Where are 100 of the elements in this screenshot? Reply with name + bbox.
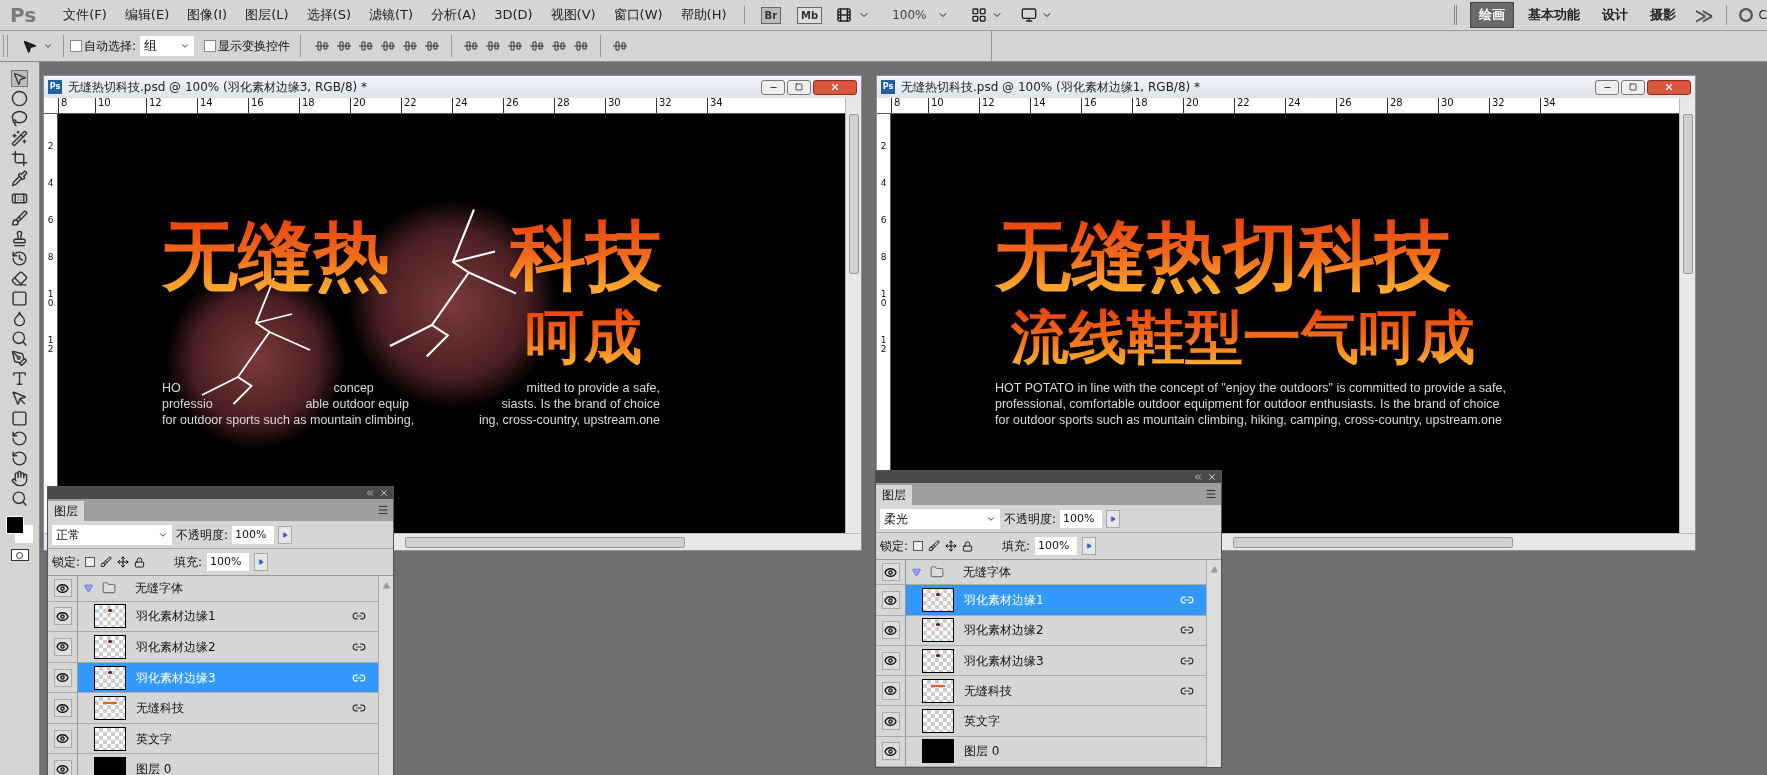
cs-live-icon[interactable]	[1738, 8, 1753, 22]
close-button[interactable]	[1647, 79, 1691, 95]
mini-bridge-button[interactable]: Mb	[797, 6, 823, 24]
pen-tool-icon[interactable]	[11, 350, 28, 367]
fill-slider-button[interactable]	[254, 553, 269, 571]
type-tool-icon[interactable]	[11, 370, 28, 387]
vertical-scrollbar[interactable]	[1679, 98, 1695, 533]
horizontal-scrollbar[interactable]	[1223, 534, 1695, 550]
lock-all-icon[interactable]	[962, 540, 974, 552]
color-swatches[interactable]	[5, 516, 34, 542]
expanded-triangle-icon[interactable]	[84, 583, 93, 593]
horizontal-scrollbar[interactable]	[395, 534, 861, 550]
view-extras-icon[interactable]	[836, 7, 853, 23]
panel-tab[interactable]: 图层	[48, 501, 84, 521]
layer-row[interactable]: 羽化素材边缘2	[48, 632, 378, 663]
shape-tool-icon[interactable]	[11, 410, 28, 427]
visibility-eye-icon[interactable]	[53, 638, 72, 656]
menu-item[interactable]: 图像(I)	[178, 5, 237, 25]
blend-mode-select[interactable]: 正常	[52, 524, 172, 545]
cs-live-label[interactable]: C	[1758, 6, 1767, 24]
menu-item[interactable]: 图层(L)	[236, 5, 298, 25]
workspace-tab[interactable]: 设计	[1593, 3, 1636, 27]
history-brush-tool-icon[interactable]	[11, 250, 28, 267]
eraser-tool-icon[interactable]	[11, 270, 28, 287]
minimize-button[interactable]	[1595, 79, 1619, 95]
menu-item[interactable]: 滤镜(T)	[360, 5, 423, 25]
lock-transparency-icon[interactable]	[913, 541, 924, 551]
visibility-eye-icon[interactable]	[881, 712, 900, 731]
fill-field[interactable]: 100%	[1035, 537, 1078, 555]
panel-menu-icon[interactable]	[1205, 488, 1217, 500]
zoom-level[interactable]: 100%	[892, 6, 927, 24]
rotate-3d-tool-icon[interactable]	[11, 430, 28, 447]
menu-item[interactable]: 编辑(E)	[115, 5, 179, 25]
layer-row[interactable]: 图层 0	[48, 754, 378, 775]
layer-group-row[interactable]: 无缝字体	[48, 576, 378, 602]
orbit-3d-tool-icon[interactable]	[11, 450, 28, 467]
menu-item[interactable]: 帮助(H)	[671, 5, 736, 25]
stamp-tool-icon[interactable]	[11, 230, 28, 247]
layer-row[interactable]: 英文字	[48, 723, 378, 755]
fill-slider-button[interactable]	[1082, 537, 1097, 555]
quick-mask-icon[interactable]	[10, 549, 29, 561]
layer-row[interactable]: 无缝科技	[876, 676, 1206, 707]
opacity-slider-button[interactable]	[1106, 509, 1121, 528]
menu-item[interactable]: 文件(F)	[54, 5, 116, 25]
visibility-eye-icon[interactable]	[881, 591, 900, 609]
zoom-tool-icon[interactable]	[11, 490, 28, 507]
lock-image-icon[interactable]	[100, 556, 113, 568]
vertical-scrollbar[interactable]	[845, 98, 861, 533]
move-tool-icon[interactable]	[22, 38, 37, 54]
minimize-button[interactable]	[761, 79, 785, 95]
move-tool-icon[interactable]	[11, 70, 28, 87]
lock-image-icon[interactable]	[928, 540, 941, 552]
workspace-tab[interactable]: 摄影	[1641, 3, 1684, 27]
visibility-eye-icon[interactable]	[881, 621, 900, 640]
layer-row[interactable]: 羽化素材边缘3	[876, 645, 1206, 677]
checkbox[interactable]	[70, 40, 82, 52]
arrange-documents-icon[interactable]	[970, 7, 987, 23]
magic-wand-tool-icon[interactable]	[11, 130, 28, 147]
menu-item[interactable]: 3D(D)	[485, 5, 542, 25]
collapse-icon[interactable]	[1193, 472, 1203, 482]
lock-position-icon[interactable]	[117, 556, 130, 568]
layers-scrollbar[interactable]	[1206, 560, 1221, 767]
collapse-icon[interactable]	[365, 488, 375, 498]
workspace-tab[interactable]: 基本功能	[1519, 3, 1588, 27]
crop-tool-icon[interactable]	[11, 150, 28, 167]
more-workspaces-button[interactable]: ≫	[1694, 1, 1714, 29]
visibility-eye-icon[interactable]	[881, 563, 900, 582]
expanded-triangle-icon[interactable]	[912, 567, 921, 577]
menu-item[interactable]: 窗口(W)	[604, 5, 672, 25]
eyedropper-tool-icon[interactable]	[11, 170, 28, 187]
layer-row[interactable]: 无缝科技	[48, 693, 378, 724]
visibility-eye-icon[interactable]	[881, 651, 900, 670]
layer-row[interactable]: 图层 0	[876, 736, 1206, 767]
lock-transparency-icon[interactable]	[85, 557, 96, 567]
menu-item[interactable]: 选择(S)	[297, 5, 360, 25]
checkbox[interactable]	[204, 40, 217, 52]
maximize-button[interactable]	[1621, 79, 1645, 95]
fill-field[interactable]: 100%	[207, 553, 250, 571]
blend-mode-select[interactable]: 柔光	[880, 508, 1000, 529]
layers-scrollbar[interactable]	[378, 576, 393, 775]
maximize-button[interactable]	[787, 79, 811, 95]
bridge-button[interactable]: Br	[760, 6, 782, 24]
visibility-eye-icon[interactable]	[53, 579, 72, 598]
lock-all-icon[interactable]	[134, 556, 146, 568]
marquee-tool-icon[interactable]	[11, 90, 28, 107]
layer-row[interactable]: 英文字	[876, 706, 1206, 737]
visibility-eye-icon[interactable]	[53, 729, 72, 748]
lock-position-icon[interactable]	[945, 540, 958, 552]
close-icon[interactable]	[1207, 472, 1217, 482]
screen-mode-icon[interactable]	[1020, 7, 1037, 23]
opacity-field[interactable]: 100%	[232, 525, 275, 544]
lasso-tool-icon[interactable]	[11, 110, 28, 127]
close-icon[interactable]	[379, 488, 389, 498]
layer-row[interactable]: 羽化素材边缘1	[48, 601, 378, 633]
visibility-eye-icon[interactable]	[53, 699, 72, 718]
brush-tool-icon[interactable]	[11, 210, 28, 227]
blur-tool-icon[interactable]	[11, 310, 28, 327]
layer-row[interactable]: 羽化素材边缘2	[876, 615, 1206, 646]
menu-item[interactable]: 分析(A)	[422, 5, 486, 25]
menu-item[interactable]: 视图(V)	[541, 5, 605, 25]
